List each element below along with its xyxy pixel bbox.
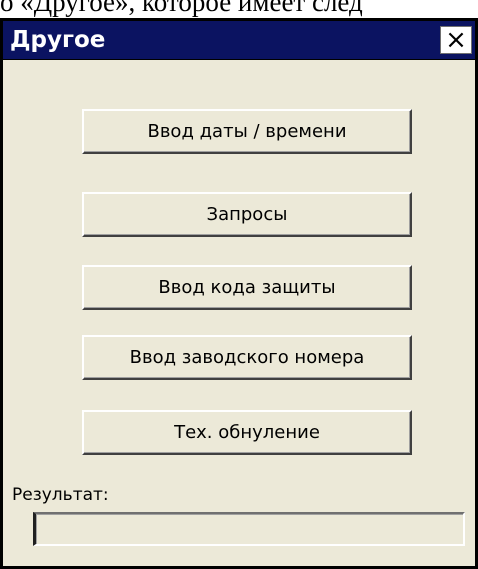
technical-reset-button[interactable]: Тех. обнуление <box>82 410 412 455</box>
date-time-input-button[interactable]: Ввод даты / времени <box>82 109 412 154</box>
window-title: Другое <box>10 27 106 53</box>
requests-button[interactable]: Запросы <box>82 192 412 237</box>
protection-code-input-button[interactable]: Ввод кода защиты <box>82 265 412 310</box>
result-label: Результат: <box>12 485 109 505</box>
title-bar: Другое × <box>3 21 475 60</box>
document-text-fragment: о «Другое», которое имеет след <box>0 0 363 17</box>
dialog-body: Ввод даты / времени Запросы Ввод кода за… <box>3 61 475 566</box>
close-button[interactable]: × <box>440 26 472 54</box>
serial-number-input-button[interactable]: Ввод заводского номера <box>82 335 412 380</box>
result-field <box>33 512 465 546</box>
dialog-window: Другое × Ввод даты / времени Запросы Вво… <box>0 18 478 569</box>
close-icon: × <box>445 25 467 55</box>
